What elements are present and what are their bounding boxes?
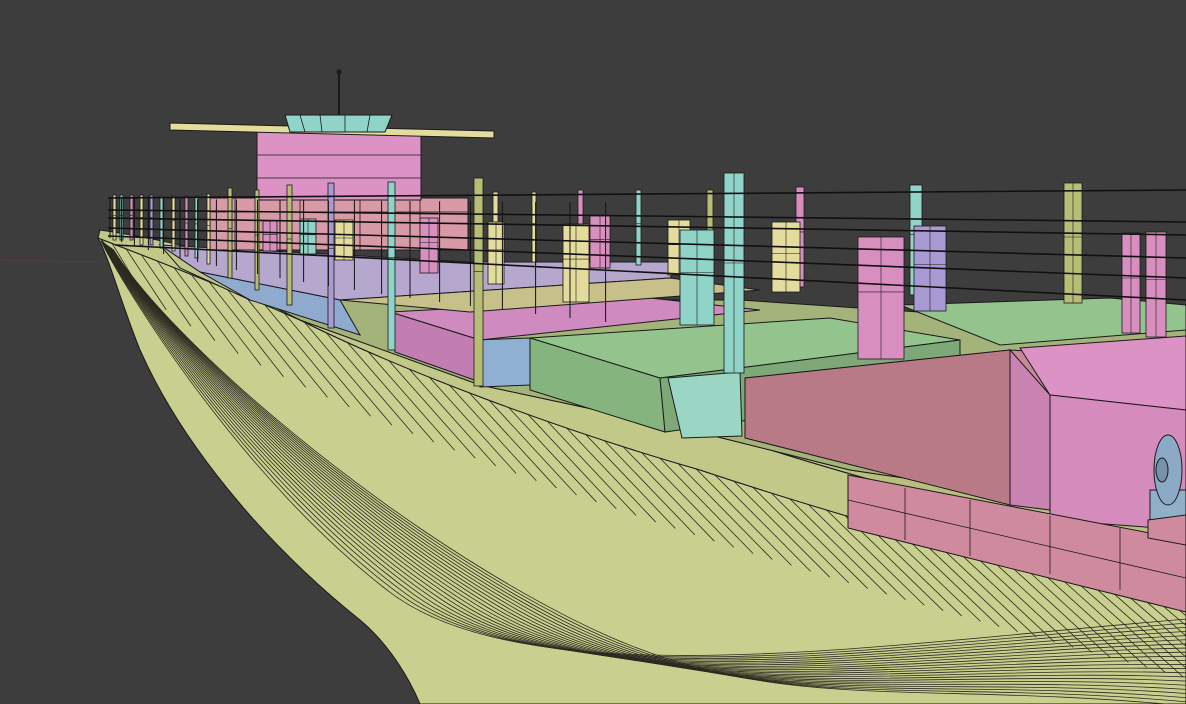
mast-post[interactable]	[129, 194, 134, 241]
mast-post[interactable]	[184, 195, 189, 257]
3d-viewport[interactable]	[0, 0, 1186, 704]
horizon-line	[0, 259, 101, 263]
wheelhouse[interactable]	[256, 129, 422, 201]
mast-post[interactable]	[387, 181, 396, 351]
mast-post[interactable]	[171, 195, 176, 252]
mast-post[interactable]	[473, 177, 484, 387]
ship-model-scene[interactable]	[0, 0, 1186, 704]
mast-post[interactable]	[286, 184, 293, 306]
mast-post[interactable]	[635, 189, 642, 266]
mast-post[interactable]	[227, 187, 233, 279]
mast-post[interactable]	[254, 189, 260, 291]
mast-post[interactable]	[159, 195, 164, 249]
mast-post[interactable]	[206, 193, 211, 265]
